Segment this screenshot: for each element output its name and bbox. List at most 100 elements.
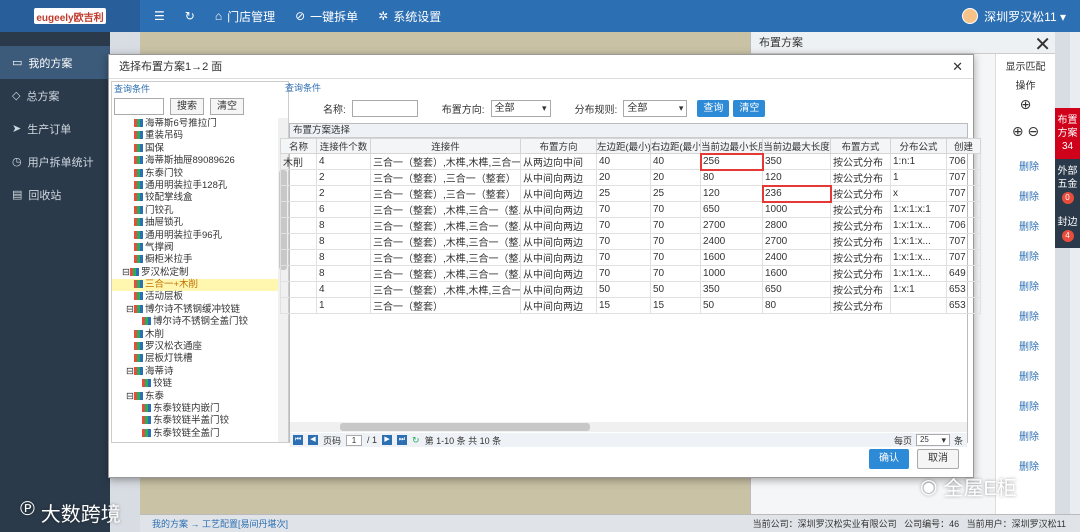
col-header[interactable]: 分布公式 (890, 138, 947, 154)
collapse-icon[interactable]: ⊟ (122, 267, 130, 278)
tree-node[interactable]: 海蒂斯6号推拉门 (112, 118, 278, 130)
nav-one-click-split[interactable]: ⊘ 一键拆单 (295, 8, 358, 25)
table-row[interactable]: 木削 4 三合一（整套）,木榫,木榫,三合一... 从两边向中间 40 40 256 350 按… (280, 152, 981, 171)
tree-node[interactable]: 东泰铰链全盖门 (112, 428, 278, 440)
tree-search-button[interactable]: 搜索 (170, 97, 204, 115)
col-header[interactable]: 连接件 (370, 138, 521, 154)
tab-edge-banding[interactable]: 封边 4 (1055, 210, 1080, 248)
refresh-icon[interactable]: ↻ (185, 9, 195, 23)
table-row[interactable]: 2 三合一（整套）,三合一（整套） 从中间向两边 20 20 80 120 按公式分布 1 707 (280, 169, 981, 186)
col-header[interactable]: 当前边最小长度 (700, 138, 763, 154)
name-input[interactable] (351, 99, 418, 117)
tree-node-folder[interactable]: ⊟ 罗汉松定制 (112, 267, 278, 279)
tree-node[interactable]: 海蒂斯抽屉89089626 (112, 155, 278, 167)
refresh-icon[interactable]: ↻ (412, 435, 420, 446)
tree-node[interactable]: 国保 (112, 143, 278, 155)
prev-page-icon[interactable]: ◀ (308, 435, 318, 445)
grid-hscroll-thumb[interactable] (340, 423, 590, 431)
nav-system-settings[interactable]: ✲ 系统设置 (378, 8, 441, 25)
direction-select[interactable]: 全部 (490, 99, 551, 117)
delete-link[interactable]: 删除 (1019, 458, 1039, 473)
clear-button[interactable]: 清空 (733, 99, 766, 117)
collapse-icon[interactable]: ⊟ (126, 304, 134, 315)
col-header[interactable]: 右边距(最小) (650, 138, 701, 154)
table-row[interactable]: 4 三合一（整套）,木榫,木榫,三合一... 从中间向两边 50 50 350 650 按公式… (280, 281, 981, 298)
delete-link[interactable]: 删除 (1019, 308, 1039, 323)
tree-node[interactable]: 通用明装拉手96孔 (112, 230, 278, 242)
tree-node[interactable]: 铰链 (112, 378, 278, 390)
table-row[interactable]: 6 三合一（整套）,木榫,三合一（整... 从中间向两边 70 70 650 1000 按公式… (280, 201, 981, 218)
chart-icon (134, 205, 143, 214)
col-header[interactable]: 创建 (946, 138, 981, 154)
tab-layout-plan[interactable]: 布置方案 34 (1055, 108, 1080, 159)
delete-link[interactable]: 删除 (1019, 368, 1039, 383)
table-row[interactable]: 1 三合一（整套） 从中间向两边 15 15 50 80 按公式分布 653 (280, 297, 981, 314)
col-header[interactable]: 连接件个数 (316, 138, 371, 154)
tree-node[interactable]: 东泰门铰 (112, 168, 278, 180)
tree-node[interactable]: 抽屉锁孔 (112, 217, 278, 229)
delete-link[interactable]: 删除 (1019, 218, 1039, 233)
delete-link[interactable]: 删除 (1019, 338, 1039, 353)
delete-link[interactable]: 删除 (1019, 398, 1039, 413)
delete-link[interactable]: 删除 (1019, 428, 1039, 443)
delete-link[interactable]: 删除 (1019, 188, 1039, 203)
user-menu[interactable]: 深圳罗汉松11 ▾ (962, 0, 1066, 32)
page-input[interactable]: 1 (346, 434, 363, 446)
tree-node[interactable]: 罗汉松衣通座 (112, 341, 278, 353)
col-header[interactable]: 当前边最大长度 (762, 138, 831, 154)
col-header[interactable]: 左边距(最小) (596, 138, 651, 154)
collapse-icon[interactable]: ⊟ (126, 366, 134, 377)
breadcrumb[interactable]: 我的方案 → 工艺配置[易间丹堪次] (152, 519, 288, 529)
tree-node[interactable]: 东泰铰链半盖门铰 (112, 415, 278, 427)
delete-link[interactable]: 删除 (1019, 248, 1039, 263)
tree-node[interactable]: 重装吊码 (112, 130, 278, 142)
query-button[interactable]: 查询 (697, 99, 730, 117)
tree-node-folder[interactable]: ⊟ 海蒂诗 (112, 366, 278, 378)
sidebar-item-production-orders[interactable]: ➤ 生产订单 (0, 112, 110, 145)
cancel-button[interactable]: 取消 (917, 449, 959, 469)
tree-node[interactable]: 博尔诗不锈钢全盖门铰 (112, 316, 278, 328)
sidebar-item-recycle-bin[interactable]: ▤ 回收站 (0, 178, 110, 211)
grid-hscrollbar[interactable] (290, 422, 967, 432)
tree-node[interactable]: 通用明装拉手128孔 (112, 180, 278, 192)
tree-node[interactable]: 门铰孔 (112, 205, 278, 217)
tree-search-input[interactable] (114, 97, 164, 115)
tree-node[interactable]: 活动层板 (112, 291, 278, 303)
rule-select[interactable]: 全部 (623, 99, 688, 117)
add-remove-icons[interactable]: ⊕ ⊖ (996, 123, 1055, 140)
col-header[interactable]: 布置方向 (520, 138, 597, 154)
col-header[interactable]: 布置方式 (830, 138, 891, 154)
table-row[interactable]: 8 三合一（整套）,木榫,三合一（整... 从中间向两边 70 70 2700 2800 按公… (280, 217, 981, 234)
last-page-icon[interactable]: ⏭ (397, 435, 408, 445)
tree-node[interactable]: 橱柜米拉手 (112, 254, 278, 266)
tree-node-selected[interactable]: 三合一+木削 (112, 279, 278, 292)
confirm-button[interactable]: 确认 (869, 449, 909, 469)
tree-node[interactable]: 东泰铰链内嵌门 (112, 403, 278, 415)
first-page-icon[interactable]: ⏮ (293, 435, 303, 445)
sidebar-item-user-stats[interactable]: ◷ 用户拆单统计 (0, 145, 110, 178)
delete-link[interactable]: 删除 (1019, 278, 1039, 293)
menu-icon[interactable]: ☰ (154, 9, 165, 23)
tree-node[interactable]: 气撑阀 (112, 242, 278, 254)
table-row[interactable]: 2 三合一（整套）,三合一（整套） 从中间向两边 25 25 120 236 按公式分布 x 70… (280, 184, 981, 203)
table-row[interactable]: 8 三合一（整套）,木榫,三合一（整... 从中间向两边 70 70 1000 1600 按公… (280, 265, 981, 282)
delete-link[interactable]: 删除 (1019, 158, 1039, 173)
tree-node-folder[interactable]: ⊟ 东泰 (112, 391, 278, 403)
tree-node[interactable]: 铰配掌线盒 (112, 192, 278, 204)
tree-node[interactable]: 木削 (112, 329, 278, 341)
sidebar-item-all-plans[interactable]: ◇ 总方案 (0, 79, 110, 112)
per-page-select[interactable]: 25 (915, 434, 950, 446)
sidebar-item-my-plans[interactable]: ▭ 我的方案 (0, 46, 110, 79)
collapse-icon[interactable]: ⊟ (126, 391, 134, 402)
nav-store-management[interactable]: ⌂ 门店管理 (215, 8, 275, 25)
tree-node-folder[interactable]: ⊟ 博尔诗不锈钢缓冲铰链 (112, 304, 278, 316)
next-page-icon[interactable]: ▶ (382, 435, 393, 445)
tab-external-hardware[interactable]: 外部五金 0 (1055, 159, 1080, 210)
close-icon[interactable]: ✕ (952, 59, 963, 75)
tree-clear-button[interactable]: 清空 (210, 97, 244, 115)
table-row[interactable]: 8 三合一（整套）,木榫,三合一（整... 从中间向两边 70 70 2400 2700 按公… (280, 233, 981, 250)
col-header[interactable]: 名称 (280, 138, 317, 154)
table-row[interactable]: 8 三合一（整套）,木榫,三合一（整... 从中间向两边 70 70 1600 2400 按公… (280, 249, 981, 266)
add-icon[interactable]: ⊕ (996, 96, 1055, 113)
tree-node[interactable]: 层板灯铣槽 (112, 353, 278, 365)
